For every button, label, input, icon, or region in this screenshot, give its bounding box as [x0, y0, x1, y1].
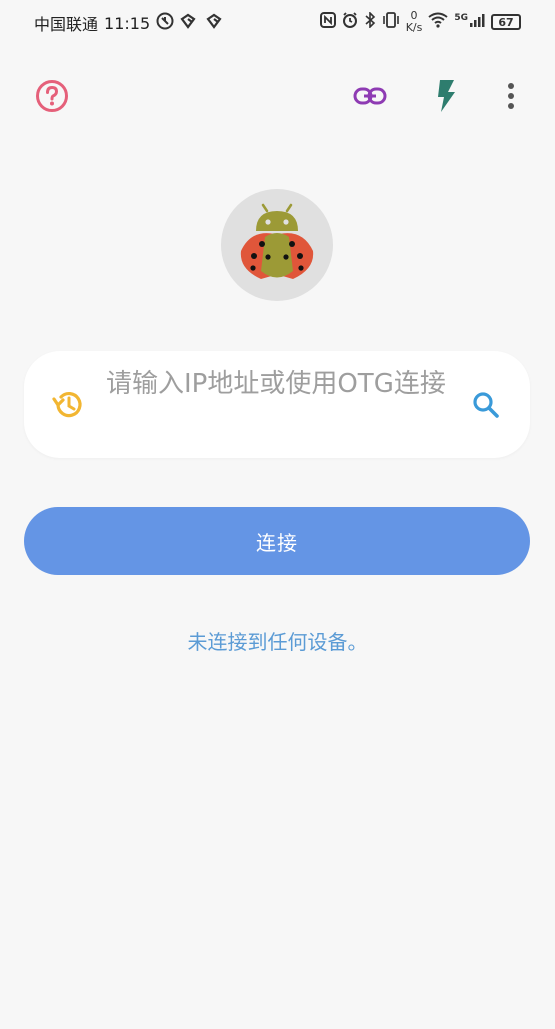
flash-icon[interactable] — [426, 76, 466, 116]
status-bar: 中国联通 11:15 0 K/s 5G 67 — [0, 0, 555, 44]
app-logo — [221, 189, 333, 301]
search-icon[interactable] — [468, 387, 504, 423]
battery-icon: 67 — [491, 14, 521, 30]
connection-status-text: 未连接到任何设备。 — [187, 630, 368, 654]
more-vert-icon[interactable] — [491, 76, 531, 116]
signal-bars-icon — [469, 13, 485, 31]
alarm-icon — [342, 12, 358, 32]
help-icon[interactable] — [32, 76, 72, 116]
status-right: 0 K/s 5G 67 — [319, 10, 521, 34]
app-screen: 中国联通 11:15 0 K/s 5G 67 请输入IP地址或使用OTG连接 连… — [0, 0, 555, 1029]
clock: 11:15 — [104, 13, 151, 33]
network-speed: 0 K/s — [406, 10, 423, 34]
vibrate-icon — [382, 12, 400, 32]
link-icon[interactable] — [350, 76, 390, 116]
carrier-name: 中国联通 — [34, 15, 99, 34]
signal-type-label: 5G — [454, 13, 468, 23]
history-icon[interactable] — [50, 387, 86, 423]
battery-level: 67 — [498, 15, 514, 29]
wifi-icon — [428, 12, 448, 32]
bluetooth-icon — [364, 11, 376, 32]
data-saver-icon — [156, 12, 174, 34]
status-left: 中国联通 11:15 — [34, 11, 226, 35]
app-notification-icon-2 — [206, 13, 226, 33]
network-speed-unit: K/s — [405, 21, 423, 34]
app-notification-icon — [180, 13, 200, 33]
nfc-icon — [319, 12, 336, 32]
ladybug-android-icon — [240, 203, 314, 279]
ip-input-card: 请输入IP地址或使用OTG连接 — [24, 351, 530, 458]
connect-button[interactable]: 连接 — [24, 507, 530, 575]
cellular-signal: 5G — [454, 13, 485, 31]
ip-address-input[interactable]: 请输入IP地址或使用OTG连接 — [106, 365, 446, 445]
